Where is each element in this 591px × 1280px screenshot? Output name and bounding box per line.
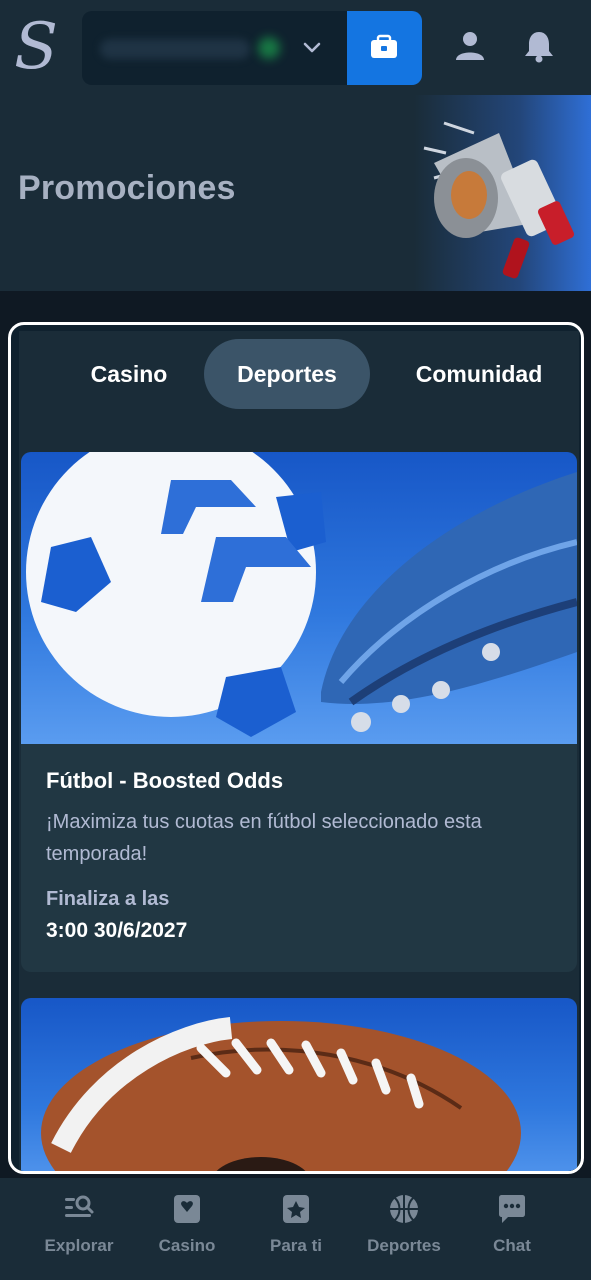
promo-ends-date: 3:00 30/6/2027: [46, 919, 188, 942]
logo[interactable]: S: [14, 12, 58, 82]
nav-label: Explorar: [44, 1236, 114, 1255]
promo-ends-label: Finaliza a las: [46, 888, 170, 910]
promo-image-soccer: [21, 452, 577, 744]
nav-deportes[interactable]: Deportes: [349, 1192, 459, 1272]
promotions-panel: Casino Deportes Comunidad Fútbol - Boost…: [8, 322, 584, 1174]
promotions-list[interactable]: Fútbol - Boosted Odds ¡Maximiza tus cuot…: [19, 415, 579, 1171]
bottom-navigation: Explorar Casino Para ti Deportes Chat: [0, 1178, 591, 1280]
basketball-icon: [390, 1195, 418, 1223]
user-icon[interactable]: [452, 28, 488, 64]
chat-icon: [499, 1195, 525, 1223]
search-list-icon: [65, 1195, 94, 1217]
balance-selector[interactable]: [82, 11, 347, 85]
nav-chat[interactable]: Chat: [457, 1192, 567, 1272]
nav-label: Deportes: [367, 1236, 441, 1255]
promotions-hero: Promociones: [0, 95, 591, 291]
nav-label: Para ti: [270, 1236, 322, 1255]
chevron-down-icon: [303, 42, 321, 53]
page-title: Promociones: [18, 169, 236, 207]
promo-card[interactable]: [21, 998, 577, 1171]
currency-icon: [258, 37, 280, 59]
for-you-icon: [283, 1195, 309, 1223]
nav-explorar[interactable]: Explorar: [24, 1192, 134, 1272]
nav-casino[interactable]: Casino: [132, 1192, 242, 1272]
promo-card[interactable]: Fútbol - Boosted Odds ¡Maximiza tus cuot…: [21, 452, 577, 972]
tab-deportes[interactable]: Deportes: [204, 339, 370, 409]
category-tabs: Casino Deportes Comunidad: [19, 331, 579, 415]
top-bar: S: [0, 0, 591, 95]
wallet-icon: [371, 34, 397, 58]
promo-description: ¡Maximiza tus cuotas en fútbol seleccion…: [46, 811, 482, 865]
megaphone-icon: [423, 121, 575, 279]
nav-label: Chat: [493, 1236, 531, 1255]
wallet-button[interactable]: [347, 11, 422, 85]
bell-icon[interactable]: [521, 28, 557, 64]
nav-label: Casino: [158, 1236, 216, 1255]
nav-para-ti[interactable]: Para ti: [241, 1192, 351, 1272]
casino-card-icon: [174, 1195, 200, 1223]
promo-image-american-football: [21, 998, 577, 1171]
tab-comunidad[interactable]: Comunidad: [403, 339, 555, 409]
promo-title: Fútbol - Boosted Odds: [46, 768, 284, 793]
soccer-ball-and-boot-image: [26, 452, 577, 737]
tab-casino[interactable]: Casino: [59, 339, 199, 409]
american-football-image: [41, 1017, 521, 1171]
balance-value-blurred: [100, 39, 250, 59]
